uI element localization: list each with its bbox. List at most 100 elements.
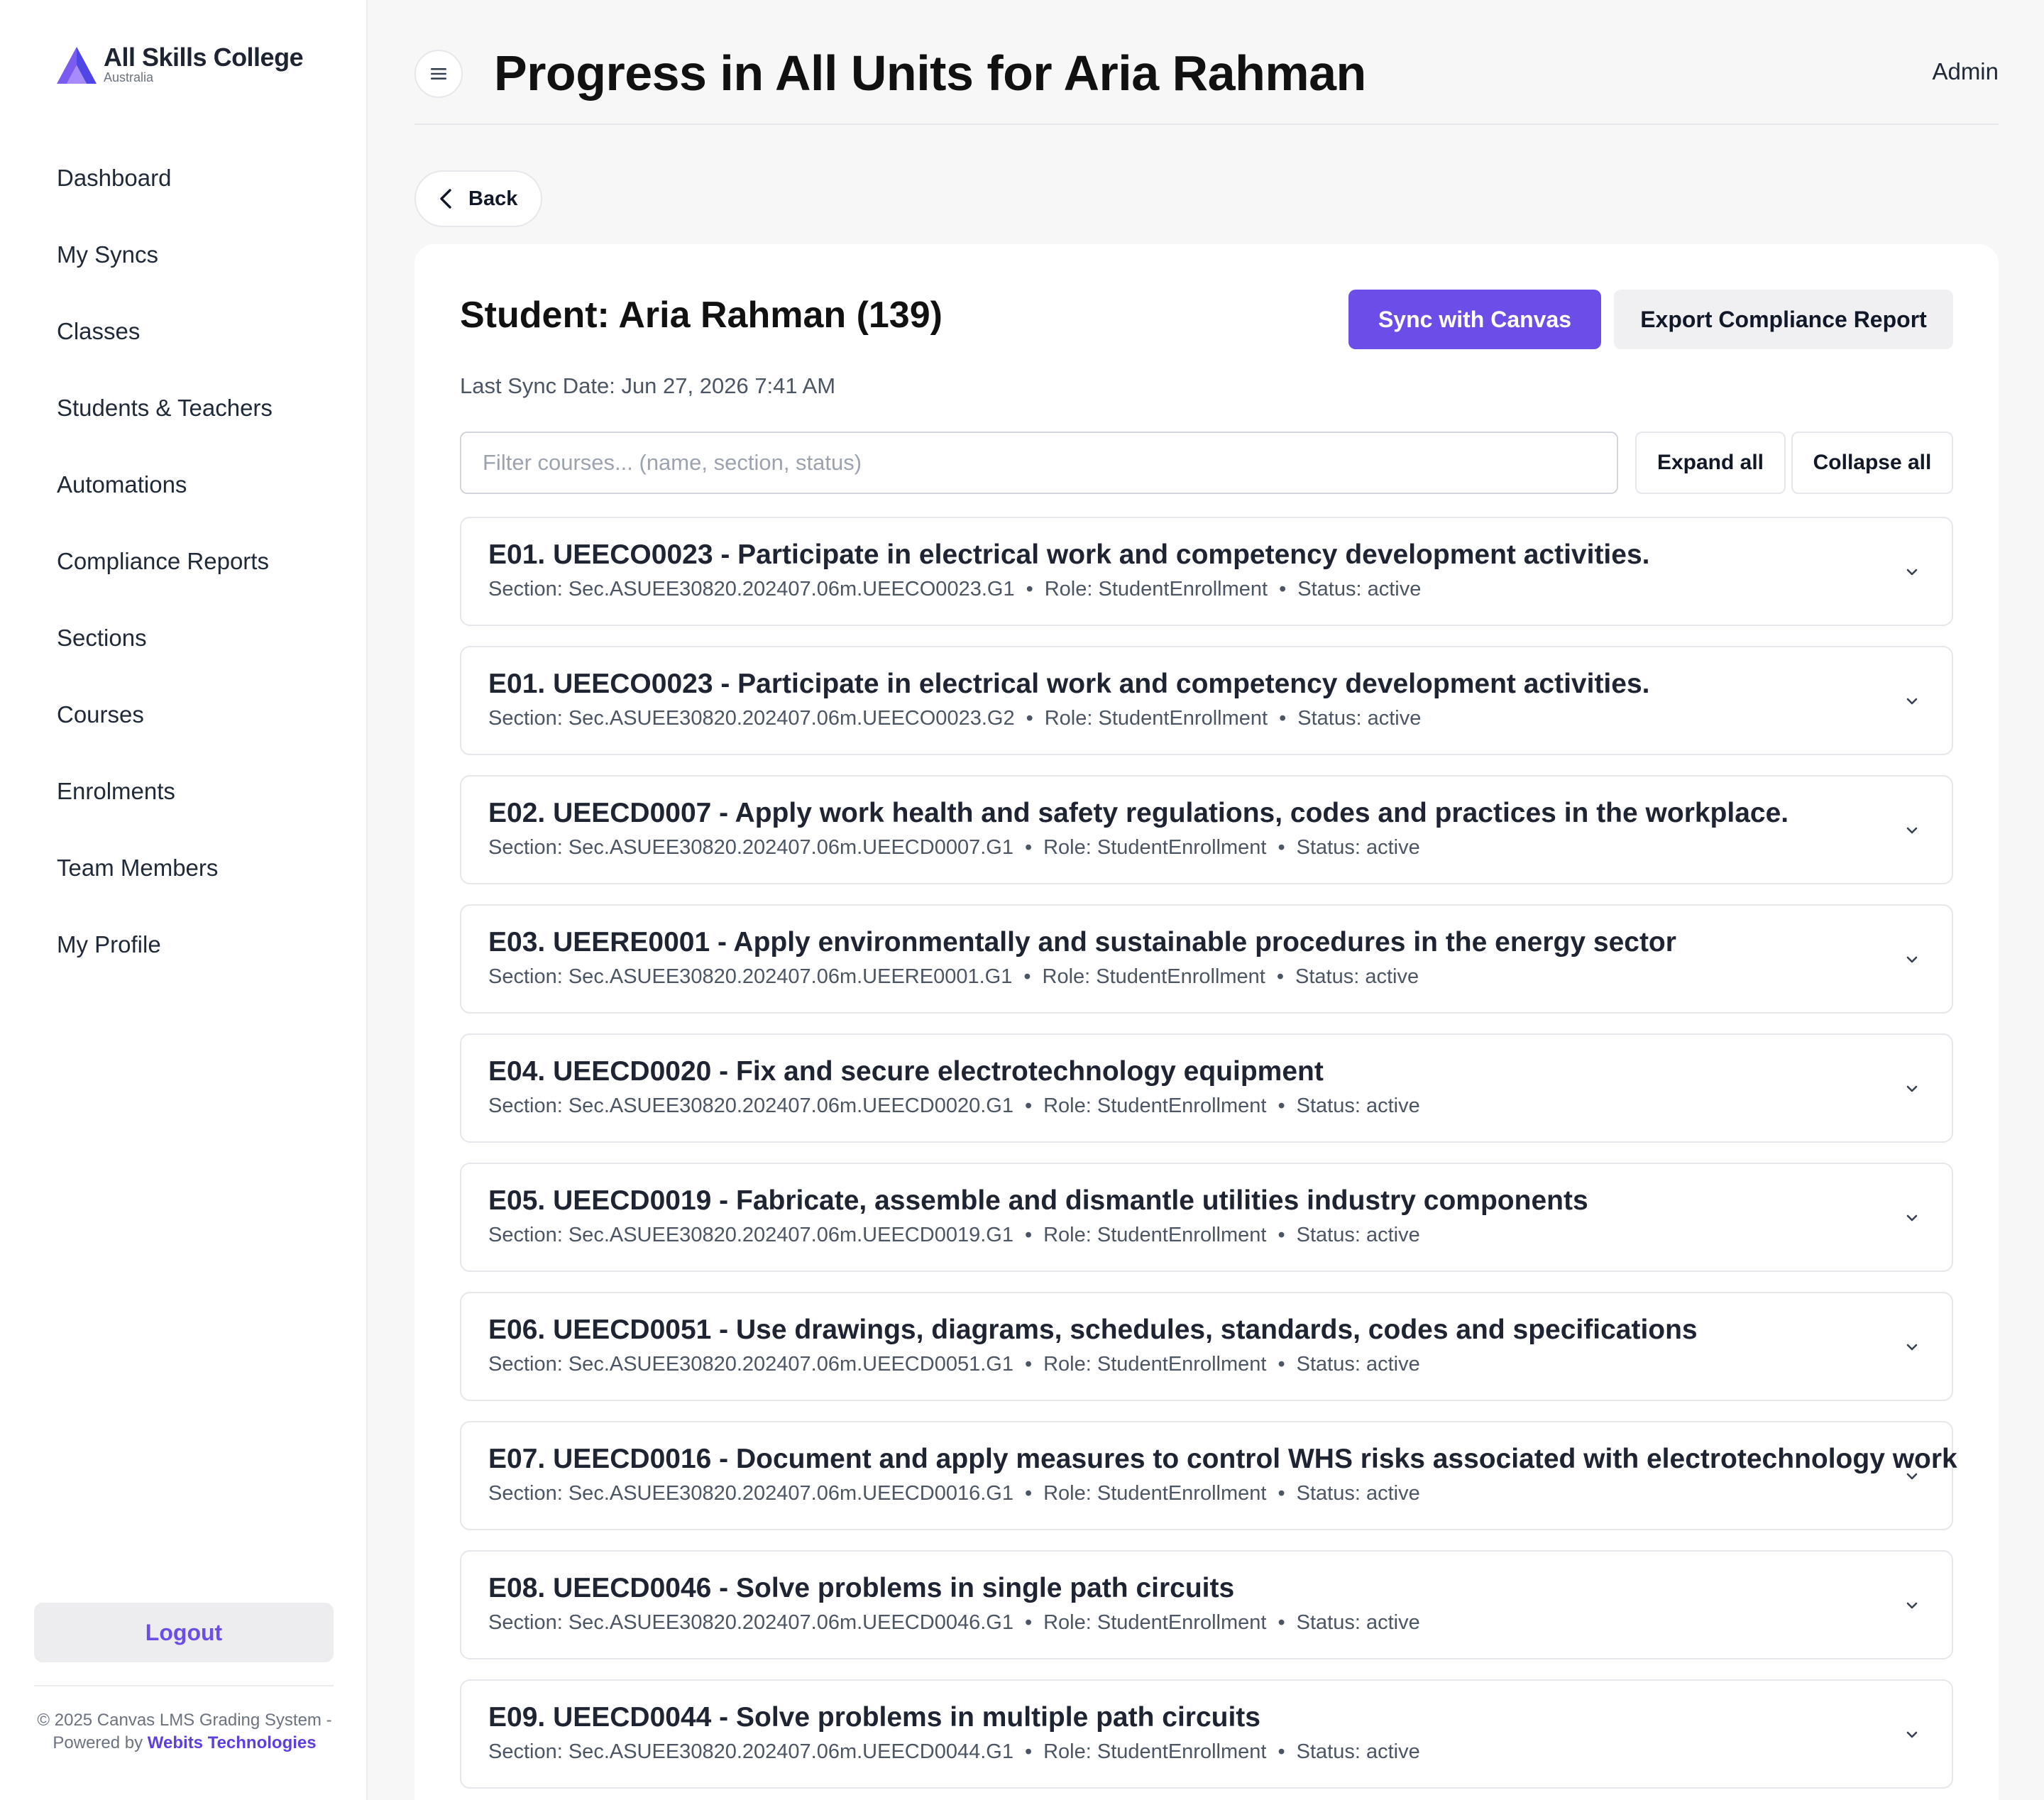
course-meta: Section: Sec.ASUEE30820.202407.06m.UEECD… (488, 1094, 1420, 1118)
separator-dot: • (1024, 1224, 1033, 1246)
course-role: Role: StudentEnrollment (1043, 1224, 1267, 1246)
course-section: Section: Sec.ASUEE30820.202407.06m.UEECD… (488, 1611, 1013, 1634)
course-meta: Section: Sec.ASUEE30820.202407.06m.UEECD… (488, 1482, 1420, 1505)
course-section: Section: Sec.ASUEE30820.202407.06m.UEECD… (488, 836, 1013, 859)
separator-dot: • (1276, 965, 1285, 988)
sidebar: All Skills College Australia Dashboard M… (0, 0, 368, 1800)
collapse-all-button[interactable]: Collapse all (1791, 432, 1953, 494)
export-compliance-report-button[interactable]: Export Compliance Report (1614, 290, 1953, 349)
separator-dot: • (1278, 1740, 1285, 1763)
separator-dot: • (1024, 1094, 1033, 1117)
course-accordion-item[interactable]: E05. UEECD0019 - Fabricate, assemble and… (460, 1163, 1953, 1272)
separator-dot: • (1024, 1482, 1033, 1505)
course-status: Status: active (1296, 1353, 1420, 1376)
chevron-down-icon[interactable] (1901, 690, 1923, 713)
sidebar-item-classes[interactable]: Classes (0, 305, 368, 382)
course-section: Section: Sec.ASUEE30820.202407.06m.UEECD… (488, 1482, 1013, 1505)
footer-link[interactable]: Webits Technologies (148, 1733, 317, 1752)
course-role: Role: StudentEnrollment (1043, 836, 1267, 859)
course-meta: Section: Sec.ASUEE30820.202407.06m.UEECD… (488, 1740, 1420, 1764)
sidebar-item-compliance-reports[interactable]: Compliance Reports (0, 535, 368, 612)
course-title: E08. UEECD0046 - Solve problems in singl… (488, 1573, 1235, 1603)
course-section: Section: Sec.ASUEE30820.202407.06m.UEECD… (488, 1094, 1013, 1117)
separator-dot: • (1278, 1094, 1285, 1117)
course-role: Role: StudentEnrollment (1043, 1611, 1267, 1634)
separator-dot: • (1279, 578, 1287, 600)
course-status: Status: active (1297, 707, 1422, 730)
separator-dot: • (1026, 707, 1033, 730)
sidebar-item-my-profile[interactable]: My Profile (0, 918, 368, 995)
menu-toggle-button[interactable] (414, 50, 463, 98)
expand-all-button[interactable]: Expand all (1635, 432, 1786, 494)
chevron-down-icon[interactable] (1901, 1465, 1923, 1488)
sidebar-item-enrolments[interactable]: Enrolments (0, 765, 368, 842)
back-label: Back (468, 187, 518, 210)
course-section: Section: Sec.ASUEE30820.202407.06m.UEECD… (488, 1740, 1013, 1763)
separator-dot: • (1026, 578, 1033, 600)
course-section: Section: Sec.ASUEE30820.202407.06m.UEECO… (488, 707, 1015, 730)
course-role: Role: StudentEnrollment (1043, 1482, 1267, 1505)
course-section: Section: Sec.ASUEE30820.202407.06m.UEECD… (488, 1224, 1013, 1246)
sidebar-item-my-syncs[interactable]: My Syncs (0, 229, 368, 305)
course-accordion-item[interactable]: E08. UEECD0046 - Solve problems in singl… (460, 1550, 1953, 1659)
back-button[interactable]: Back (414, 170, 542, 227)
brand[interactable]: All Skills College Australia (53, 43, 304, 87)
course-accordion-item[interactable]: E04. UEECD0020 - Fix and secure electrot… (460, 1033, 1953, 1143)
separator-dot: • (1024, 1611, 1033, 1634)
chevron-down-icon[interactable] (1901, 1077, 1923, 1100)
course-accordion-item[interactable]: E01. UEECO0023 - Participate in electric… (460, 517, 1953, 626)
course-title: E03. UEERE0001 - Apply environmentally a… (488, 927, 1676, 957)
course-title: E07. UEECD0016 - Document and apply meas… (488, 1444, 1957, 1474)
separator-dot: • (1278, 1224, 1285, 1246)
course-accordion-item[interactable]: E06. UEECD0051 - Use drawings, diagrams,… (460, 1292, 1953, 1401)
course-status: Status: active (1296, 1740, 1420, 1763)
course-accordion-item[interactable]: E07. UEECD0016 - Document and apply meas… (460, 1421, 1957, 1530)
course-list: E01. UEECO0023 - Participate in electric… (460, 517, 1957, 1800)
sidebar-item-students-teachers[interactable]: Students & Teachers (0, 382, 368, 459)
chevron-down-icon[interactable] (1901, 1723, 1923, 1746)
course-title: E01. UEECO0023 - Participate in electric… (488, 539, 1650, 570)
course-accordion-item[interactable]: E03. UEERE0001 - Apply environmentally a… (460, 904, 1953, 1014)
sidebar-item-automations[interactable]: Automations (0, 459, 368, 535)
course-meta: Section: Sec.ASUEE30820.202407.06m.UEECD… (488, 1224, 1420, 1247)
course-accordion-item[interactable]: E02. UEECD0007 - Apply work health and s… (460, 775, 1953, 884)
sidebar-item-courses[interactable]: Courses (0, 688, 368, 765)
separator-dot: • (1024, 836, 1033, 859)
sidebar-item-sections[interactable]: Sections (0, 612, 368, 688)
course-title: E02. UEECD0007 - Apply work health and s… (488, 798, 1789, 828)
chevron-down-icon[interactable] (1901, 1336, 1923, 1359)
course-role: Role: StudentEnrollment (1043, 1353, 1267, 1376)
user-menu[interactable]: Admin (1932, 58, 1999, 85)
chevron-down-icon[interactable] (1901, 561, 1923, 583)
separator-dot: • (1278, 1611, 1285, 1634)
course-meta: Section: Sec.ASUEE30820.202407.06m.UEECD… (488, 836, 1420, 860)
course-meta: Section: Sec.ASUEE30820.202407.06m.UEERE… (488, 965, 1419, 989)
chevron-down-icon[interactable] (1901, 1207, 1923, 1229)
chevron-down-icon[interactable] (1901, 1594, 1923, 1617)
college-logo-icon (57, 47, 97, 84)
separator-dot: • (1024, 1740, 1033, 1763)
student-progress-card: Student: Aria Rahman (139) Sync with Can… (414, 244, 1999, 1800)
logout-button[interactable]: Logout (34, 1603, 334, 1662)
course-meta: Section: Sec.ASUEE30820.202407.06m.UEECD… (488, 1353, 1420, 1376)
chevron-left-icon (440, 189, 451, 209)
last-sync-date: Last Sync Date: Jun 27, 2026 7:41 AM (460, 373, 836, 398)
separator-dot: • (1279, 707, 1287, 730)
course-accordion-item[interactable]: E09. UEECD0044 - Solve problems in multi… (460, 1679, 1953, 1789)
sidebar-item-team-members[interactable]: Team Members (0, 842, 368, 918)
course-title: E01. UEECO0023 - Participate in electric… (488, 669, 1650, 699)
filter-courses-input[interactable] (460, 432, 1618, 494)
separator-dot: • (1023, 965, 1031, 988)
brand-name: All Skills College (104, 43, 304, 72)
course-status: Status: active (1296, 1094, 1420, 1117)
separator-dot: • (1278, 1482, 1285, 1505)
chevron-down-icon[interactable] (1901, 948, 1923, 971)
chevron-down-icon[interactable] (1901, 819, 1923, 842)
course-role: Role: StudentEnrollment (1043, 1094, 1267, 1117)
header-divider (414, 124, 1999, 125)
sidebar-item-dashboard[interactable]: Dashboard (0, 152, 368, 229)
course-accordion-item[interactable]: E01. UEECO0023 - Participate in electric… (460, 646, 1953, 755)
course-meta: Section: Sec.ASUEE30820.202407.06m.UEECO… (488, 578, 1421, 601)
course-meta: Section: Sec.ASUEE30820.202407.06m.UEECD… (488, 1611, 1420, 1635)
sync-with-canvas-button[interactable]: Sync with Canvas (1348, 290, 1601, 349)
